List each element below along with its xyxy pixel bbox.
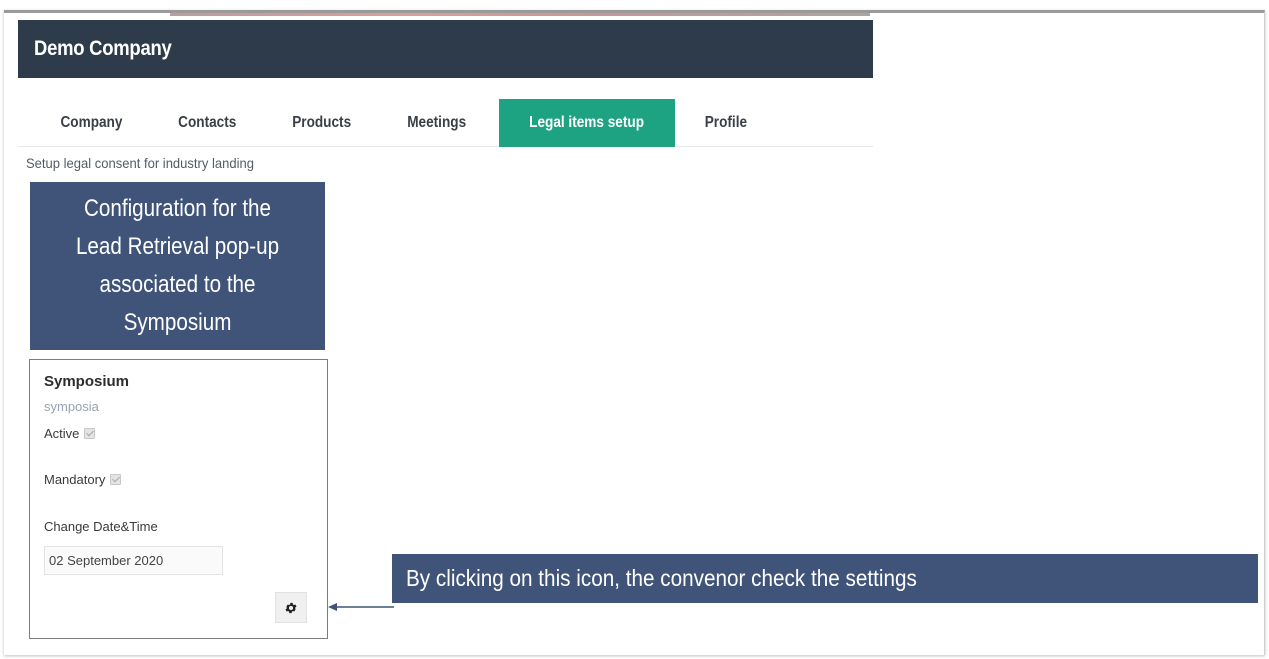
page-subtitle: Setup legal consent for industry landing [26,155,255,171]
tab-label: Profile [704,114,748,131]
mandatory-row: Mandatory [44,472,122,487]
click-callout: By clicking on this icon, the convenor c… [392,554,1258,603]
card-subtitle: symposia [44,399,99,414]
tab-label: Contacts [177,114,237,131]
click-callout-text: By clicking on this icon, the convenor c… [406,565,917,591]
tab-products[interactable]: Products [280,99,364,147]
tab-legal-items-setup[interactable]: Legal items setup [499,99,675,147]
mandatory-label: Mandatory [44,472,106,487]
active-row: Active [44,426,96,441]
symposium-card: Symposium symposia Active Mandatory Chan… [29,359,328,639]
tab-label: Products [292,114,352,131]
date-field[interactable]: 02 September 2020 [44,546,223,575]
top-strip [170,13,870,16]
app-header: Demo Company [18,20,873,78]
card-title: Symposium [44,373,130,390]
tab-label: Company [60,114,122,131]
active-label: Active [44,426,80,441]
tab-meetings[interactable]: Meetings [394,99,480,147]
change-date-label: Change Date&Time [44,519,158,534]
mandatory-checkbox[interactable] [110,474,122,485]
app-title: Demo Company [34,37,172,60]
config-callout: Configuration for the Lead Retrieval pop… [30,182,325,350]
settings-button[interactable] [275,592,307,623]
tab-bar: Company Contacts Products Meetings Legal… [18,99,873,147]
active-checkbox[interactable] [84,428,96,439]
tab-profile[interactable]: Profile [698,99,754,147]
tab-company[interactable]: Company [46,99,136,147]
config-callout-text: Configuration for the Lead Retrieval pop… [75,195,280,336]
tab-label: Meetings [407,114,467,131]
tab-contacts[interactable]: Contacts [166,99,248,147]
pointer-arrow [328,603,394,611]
tab-label: Legal items setup [529,114,645,131]
gear-icon [285,602,297,613]
